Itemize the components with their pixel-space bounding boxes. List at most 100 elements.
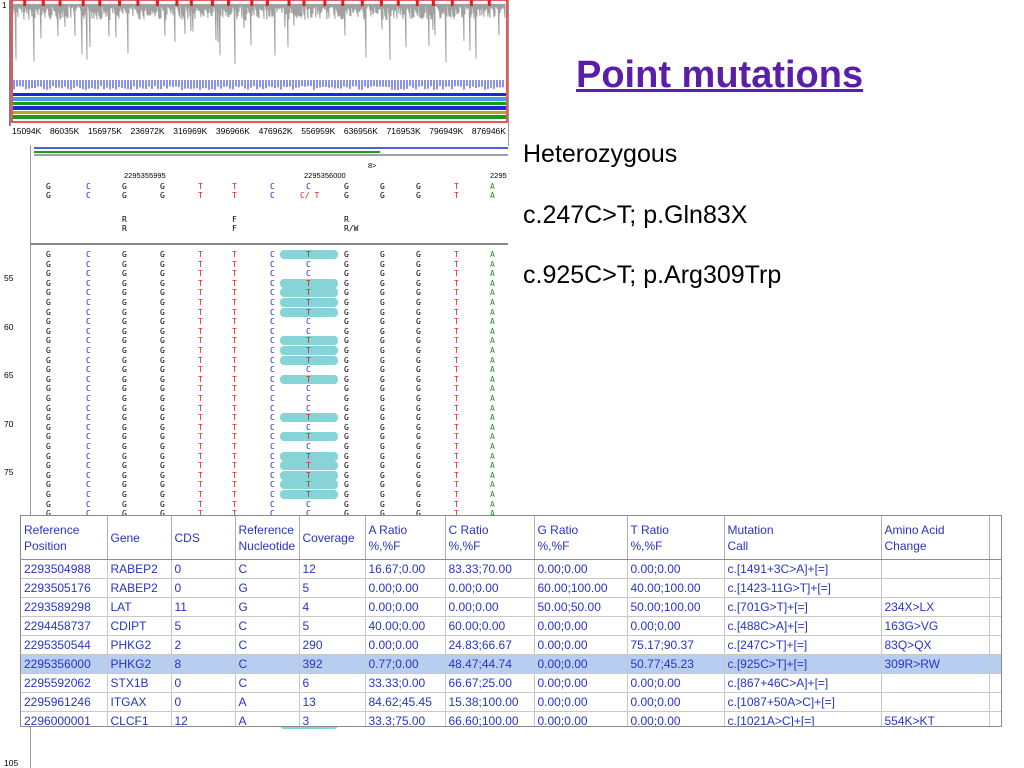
- read-base: C: [86, 365, 91, 375]
- read-base: G: [344, 326, 349, 336]
- table-row[interactable]: 2296000001 CLCF1 12 A 3 33.3;75.00 66.60;100.0…: [21, 711, 1001, 726]
- read-base: T: [232, 490, 237, 499]
- read-base: G: [416, 470, 421, 480]
- read-base: G: [380, 490, 385, 499]
- read-base: G: [380, 432, 385, 442]
- column-header-label: Position: [24, 538, 67, 553]
- table-cell: 33.3;75.00: [365, 711, 446, 726]
- table-row[interactable]: 2295356000 PHKG2 8 C 392 0.77;0.00 48.47;44.74…: [21, 654, 1001, 674]
- read-base: G: [160, 317, 165, 327]
- position-ruler: [34, 147, 508, 156]
- column-header[interactable]: Mutation Call: [724, 516, 882, 560]
- table-row[interactable]: 2295592062 STX1B 0 C 6 33.33;0.00 66.67;25.00 0…: [21, 673, 1001, 693]
- read-base: C: [86, 298, 91, 307]
- column-header[interactable]: Reference Nucleotide: [235, 516, 300, 560]
- mutation-table[interactable]: Reference Position Gene CDS Reference Nucleot…: [21, 516, 1001, 726]
- annotation-band: [13, 93, 506, 96]
- coverage-marker: [431, 0, 435, 6]
- read-base: C: [270, 499, 275, 509]
- read-base: G: [160, 346, 165, 355]
- column-header[interactable]: Coverage: [299, 516, 366, 560]
- table-cell: c.[247C>T]+[=]: [724, 635, 882, 655]
- read-base: G: [122, 499, 127, 509]
- column-header-label: Reference: [24, 522, 80, 537]
- coverage-overview-plot[interactable]: 1: [0, 0, 508, 126]
- read-base: T: [454, 422, 459, 432]
- read-base: T: [198, 365, 203, 375]
- read-base: G: [160, 394, 165, 403]
- read-base: T: [198, 250, 203, 259]
- read-base: G: [160, 298, 165, 307]
- zygosity-label: Heterozygous: [523, 140, 678, 168]
- table-cell: A: [235, 711, 300, 726]
- coverage-marker: [118, 0, 122, 6]
- read-base: G: [344, 384, 349, 394]
- column-header[interactable]: CDS: [171, 516, 236, 560]
- table-row[interactable]: 2293505176 RABEP2 0 G 5 0.00;0.00 0.00;0.00 60.…: [21, 578, 1001, 598]
- column-header[interactable]: G Ratio %,%F: [534, 516, 628, 560]
- mutation-table-panel[interactable]: Reference Position Gene CDS Reference Nucleot…: [20, 515, 1002, 727]
- column-header[interactable]: C Ratio %,%F: [445, 516, 535, 560]
- read-base: G: [122, 259, 127, 269]
- ambiguity-code: R: [344, 215, 349, 224]
- read-base: G: [46, 326, 51, 336]
- table-row[interactable]: 2295350544 PHKG2 2 C 290 0.00;0.00 24.83;66.67…: [21, 635, 1001, 655]
- table-row[interactable]: 2295961246 ITGAX 0 A 13 84.62;45.45 15.38;100.…: [21, 692, 1001, 712]
- row-number: 105: [4, 758, 19, 768]
- read-base: T: [454, 394, 459, 403]
- table-cell: CLCF1: [107, 711, 172, 726]
- read-base: A: [490, 336, 495, 346]
- read-base: C: [86, 442, 91, 451]
- read-base: T: [198, 490, 203, 499]
- row-number: 60: [4, 322, 14, 332]
- coverage-marker: [302, 0, 306, 6]
- table-row[interactable]: 2293504988 RABEP2 0 C 12 16.67;0.00 83.33;70.0…: [21, 559, 1001, 579]
- reference-base: G: [344, 191, 349, 200]
- coverage-marker: [41, 0, 45, 6]
- column-resize-handle[interactable]: [989, 516, 1001, 560]
- read-base: G: [160, 259, 165, 269]
- table-cell: 75.17;90.37: [627, 635, 725, 655]
- read-base: G: [46, 413, 51, 423]
- read-base: G: [380, 326, 385, 336]
- read-base: T: [454, 278, 459, 288]
- table-row[interactable]: 2294458737 CDIPT 5 C 5 40.00;0.00 60.00;0.00 0.…: [21, 616, 1001, 636]
- read-base: G: [122, 269, 127, 279]
- read-base: G: [122, 307, 127, 317]
- read-base: T: [232, 422, 237, 432]
- read-base: T: [198, 394, 203, 403]
- read-base: G: [46, 317, 51, 327]
- table-row[interactable]: 2293589298 LAT 11 G 4 0.00;0.00 0.00;0.00 50.00…: [21, 597, 1001, 617]
- read-base: C: [86, 422, 91, 432]
- overview-tick-label: 636956K: [343, 126, 378, 136]
- table-cell-spacer: [989, 673, 1001, 693]
- read-base: A: [490, 432, 495, 442]
- read-base: C: [86, 499, 91, 509]
- table-cell: 2295592062: [21, 673, 108, 693]
- read-base: C: [270, 307, 275, 317]
- column-header[interactable]: Reference Position: [21, 516, 108, 560]
- read-base: G: [416, 317, 421, 327]
- column-header[interactable]: Gene: [107, 516, 172, 560]
- read-base: G: [46, 461, 51, 471]
- read-base: G: [380, 269, 385, 279]
- genome-overview-panel[interactable]: 1 15094K 86035K 156975K 236972K 316969K 39696…: [0, 0, 509, 146]
- position-marker: 8>: [368, 161, 377, 170]
- read-base: G: [122, 346, 127, 355]
- column-header[interactable]: A Ratio %,%F: [365, 516, 446, 560]
- table-cell: c.[925C>T]+[=]: [724, 654, 882, 674]
- read-base: T: [454, 480, 459, 490]
- read-base: G: [380, 307, 385, 317]
- reference-base: T: [198, 191, 203, 200]
- read-base: G: [160, 451, 165, 461]
- read-base: G: [344, 278, 349, 288]
- read-base: G: [416, 250, 421, 259]
- table-cell: 83.33;70.00: [445, 559, 535, 579]
- read-base: A: [490, 490, 495, 499]
- read-base: G: [160, 480, 165, 490]
- read-base: G: [122, 432, 127, 442]
- column-header[interactable]: Amino Acid Change: [881, 516, 990, 560]
- column-header[interactable]: T Ratio %,%F: [627, 516, 725, 560]
- read-base: T: [198, 374, 203, 384]
- table-cell: 50.00;50.00: [534, 597, 628, 617]
